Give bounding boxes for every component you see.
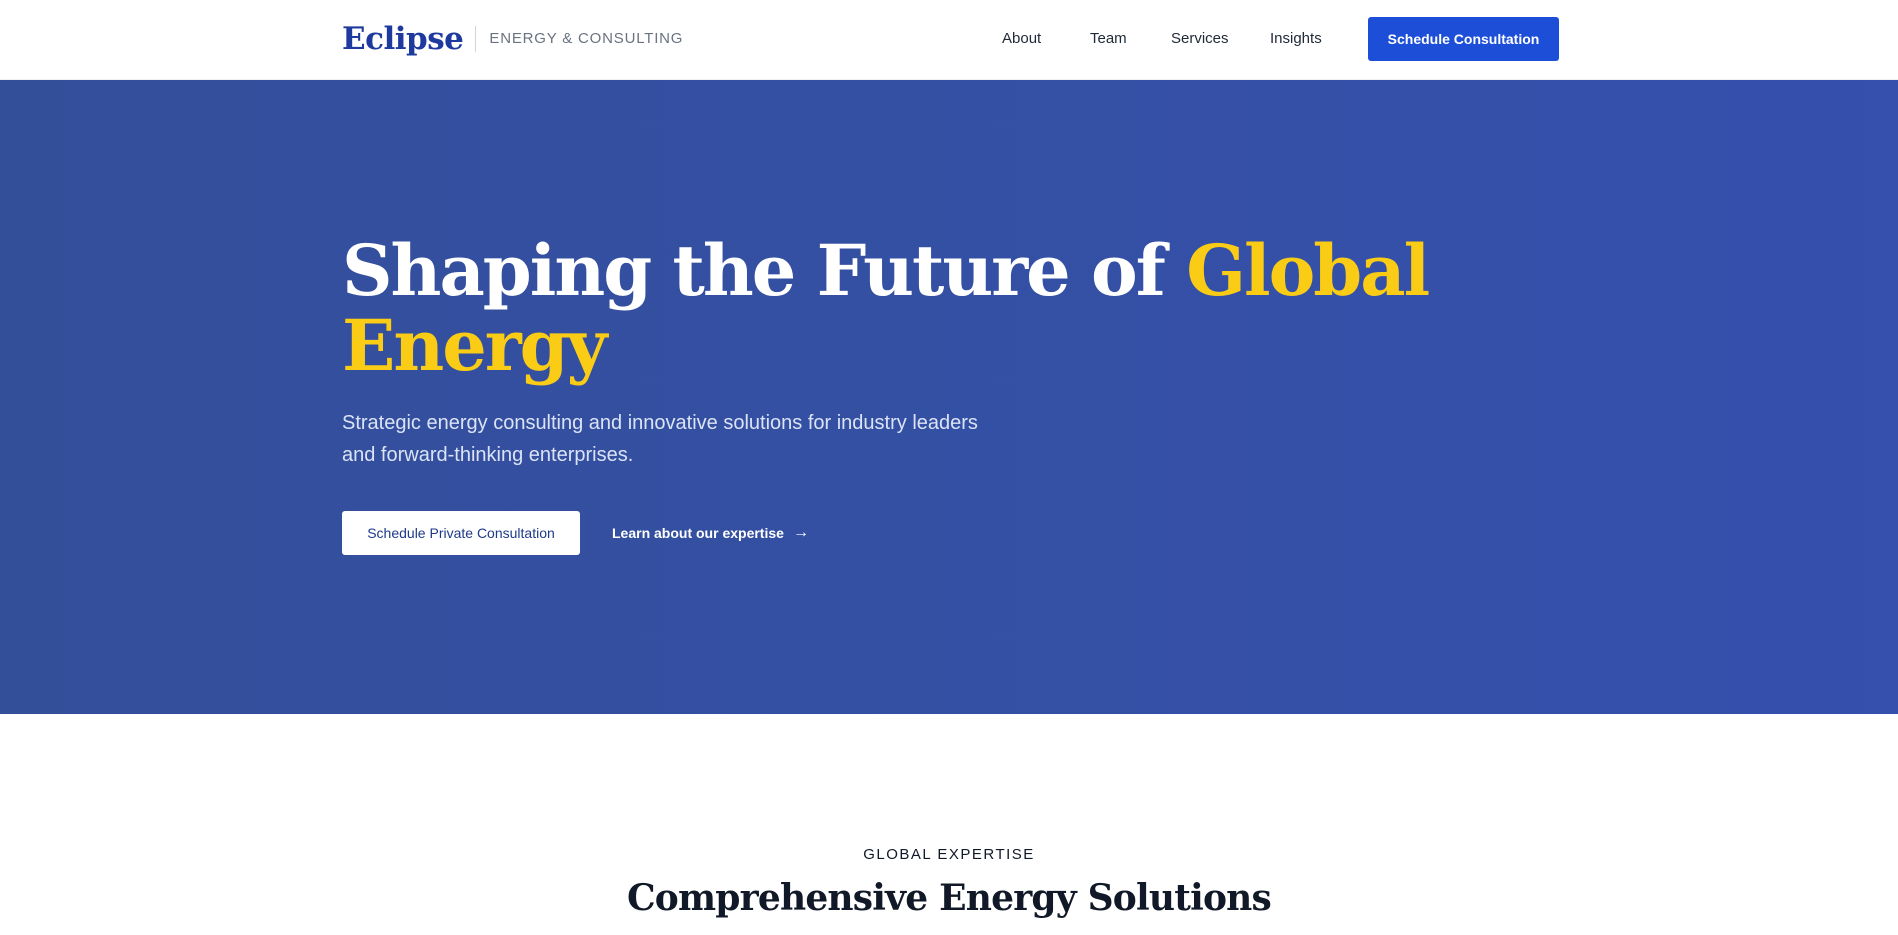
brand-tagline: ENERGY & CONSULTING [489,30,684,47]
hero-subtitle: Strategic energy consulting and innovati… [342,412,978,466]
hero-title: Shaping the Future of Global Energy [342,233,1442,383]
schedule-consultation-button[interactable]: Schedule Consultation [1368,17,1559,61]
nav-link-insights[interactable]: Insights [1270,27,1322,51]
section-eyebrow: GLOBAL EXPERTISE [863,846,1035,863]
brand-logo[interactable]: Eclipse ENERGY & CONSULTING [342,20,683,58]
nav-link-about[interactable]: About [1002,27,1041,51]
section-title: Comprehensive Energy Solutions [626,877,1272,919]
arrow-right-icon: → [792,524,809,541]
learn-expertise-link[interactable]: Learn about our expertise → [612,511,809,555]
hero-title-main: Shaping the Future of [342,229,1187,312]
learn-expertise-label: Learn about our expertise [612,525,784,541]
brand-name: Eclipse [342,21,464,57]
nav-link-team[interactable]: Team [1090,27,1127,51]
hero-section: Shaping the Future of Global Energy Stra… [0,80,1898,714]
schedule-private-consultation-button[interactable]: Schedule Private Consultation [342,511,580,555]
nav-link-services[interactable]: Services [1171,27,1229,51]
site-header: Eclipse ENERGY & CONSULTING About Team S… [0,0,1898,80]
brand-divider [475,26,477,52]
